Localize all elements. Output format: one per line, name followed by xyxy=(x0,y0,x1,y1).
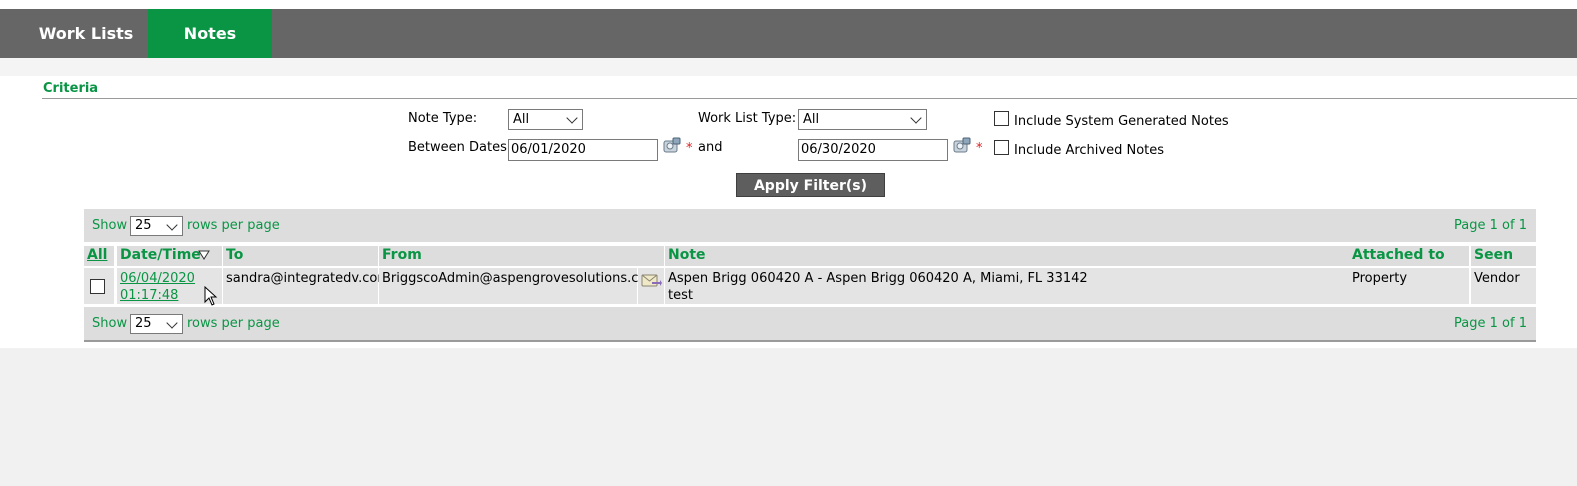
column-attached-to[interactable]: Attached to xyxy=(1349,246,1469,266)
pager-top: Show 25 rows per page Page 1 of 1 xyxy=(84,209,1536,242)
note-type-value: All xyxy=(513,112,530,127)
row-checkbox[interactable] xyxy=(90,279,105,294)
row-note-line1: Aspen Brigg 060420 A - Aspen Brigg 06042… xyxy=(668,271,1088,286)
row-time-link[interactable]: 01:17:48 xyxy=(120,288,178,303)
note-type-select[interactable]: All xyxy=(508,109,583,130)
row-email-cell xyxy=(638,268,664,304)
criteria-divider xyxy=(42,98,1577,99)
column-to[interactable]: To xyxy=(223,246,378,266)
row-date-link[interactable]: 06/04/2020 xyxy=(120,271,195,286)
datetime-header-label: Date/Time xyxy=(120,247,201,263)
between-dates-label: Between Dates: xyxy=(408,140,512,155)
end-date-input[interactable]: 06/30/2020 xyxy=(798,139,948,161)
rows-per-page-select[interactable]: 25 xyxy=(130,314,183,334)
page-info: Page 1 of 1 xyxy=(1454,316,1527,331)
rows-per-page-value: 25 xyxy=(135,316,152,331)
rows-per-page-value: 25 xyxy=(135,218,152,233)
column-datetime[interactable]: Date/Time xyxy=(117,246,222,266)
tab-bar: Work Lists Notes xyxy=(0,9,1577,58)
rows-per-page-label: rows per page xyxy=(187,316,280,331)
pager-bottom: Show 25 rows per page Page 1 of 1 xyxy=(84,307,1536,340)
all-link-text[interactable]: All xyxy=(87,247,107,263)
include-archived-label: Include Archived Notes xyxy=(1014,143,1165,158)
note-type-label: Note Type: xyxy=(408,111,478,126)
mouse-cursor-icon xyxy=(204,286,218,306)
spacer xyxy=(0,58,1577,76)
chevron-down-icon xyxy=(910,112,922,124)
select-all-link[interactable]: All xyxy=(84,246,114,266)
row-to-cell: sandra@integratedv.com xyxy=(223,268,390,304)
tab-work-lists[interactable]: Work Lists xyxy=(22,9,150,58)
page-info: Page 1 of 1 xyxy=(1454,218,1527,233)
criteria-heading: Criteria xyxy=(43,81,99,96)
tab-notes[interactable]: Notes xyxy=(148,9,272,58)
calendar-picker-icon[interactable] xyxy=(662,136,682,156)
row-note-line2: test xyxy=(668,288,693,303)
sort-desc-icon xyxy=(198,250,210,260)
rows-per-page-label: rows per page xyxy=(187,218,280,233)
show-label: Show xyxy=(92,218,128,233)
required-marker: * xyxy=(976,141,983,156)
row-attached-to-cell: Property xyxy=(1349,268,1469,304)
calendar-picker-icon[interactable] xyxy=(952,136,972,156)
chevron-down-icon xyxy=(566,112,578,124)
include-system-label: Include System Generated Notes xyxy=(1014,114,1229,129)
chevron-down-icon xyxy=(166,317,178,329)
table-bottom-border xyxy=(84,340,1536,342)
show-label: Show xyxy=(92,316,128,331)
row-note-cell: Aspen Brigg 060420 A - Aspen Brigg 06042… xyxy=(665,268,1349,304)
include-archived-checkbox[interactable] xyxy=(994,140,1009,155)
column-note[interactable]: Note xyxy=(665,246,1349,266)
include-system-checkbox[interactable] xyxy=(994,111,1009,126)
column-from[interactable]: From xyxy=(379,246,664,266)
required-marker: * xyxy=(686,141,693,156)
column-seen-by[interactable]: Seen By xyxy=(1471,246,1536,282)
start-date-input[interactable]: 06/01/2020 xyxy=(508,139,658,161)
work-list-type-label: Work List Type: xyxy=(698,111,797,126)
work-list-type-value: All xyxy=(803,112,820,127)
chevron-down-icon xyxy=(166,219,178,231)
apply-filters-button[interactable]: Apply Filter(s) xyxy=(736,173,885,197)
row-seen-by-cell: Vendor xyxy=(1471,268,1536,304)
top-strip xyxy=(0,0,1577,9)
row-select-cell xyxy=(84,268,114,304)
rows-per-page-select[interactable]: 25 xyxy=(130,216,183,236)
row-from-cell: BriggscoAdmin@aspengrovesolutions.com xyxy=(379,268,659,304)
work-list-type-select[interactable]: All xyxy=(798,109,927,130)
and-label: and xyxy=(698,140,723,155)
email-note-icon[interactable] xyxy=(640,270,662,290)
